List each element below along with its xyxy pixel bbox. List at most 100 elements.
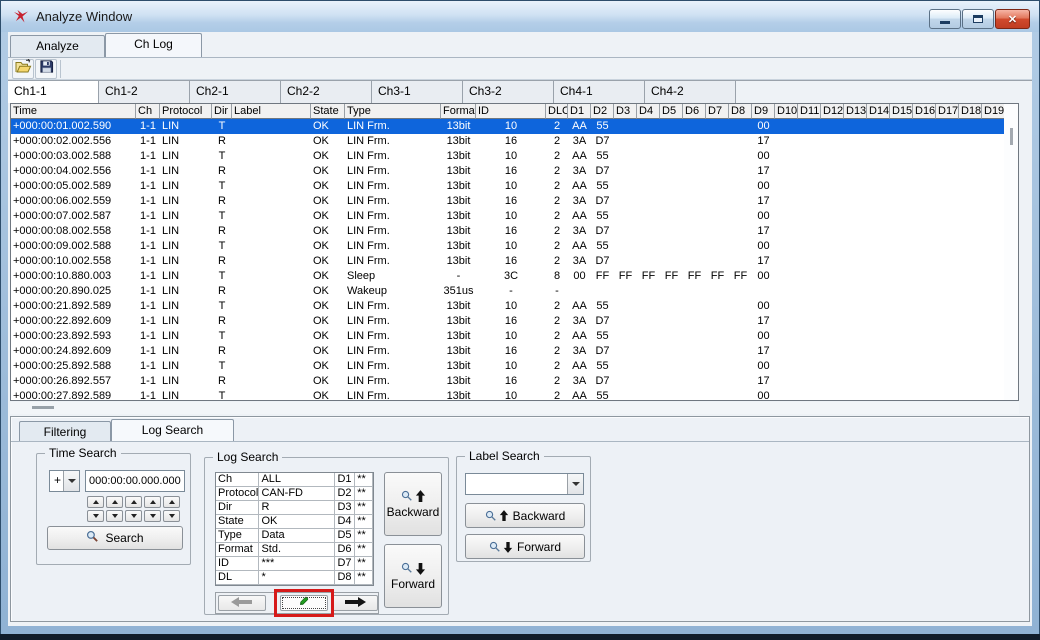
chevron-down-icon[interactable]	[567, 474, 583, 494]
channel-tab-ch4-2[interactable]: Ch4-2	[645, 81, 736, 103]
channel-tab-ch1-2[interactable]: Ch1-2	[99, 81, 190, 103]
column-header-ch[interactable]: Ch	[136, 104, 160, 119]
channel-tab-ch3-2[interactable]: Ch3-2	[463, 81, 554, 103]
column-header-d2[interactable]: D2	[591, 104, 614, 119]
table-row[interactable]: +000:00:09.002.588 1-1 LIN T OK LIN Frm. 13bit…	[11, 239, 1005, 254]
param-value-cell[interactable]: Data	[259, 529, 336, 543]
table-row[interactable]: +000:00:20.890.025 1-1 LIN R OK Wakeup 351us - -	[11, 284, 1005, 299]
minimize-button[interactable]	[929, 9, 961, 29]
param-value-cell[interactable]: **	[355, 571, 373, 585]
column-header-d6[interactable]: D6	[683, 104, 706, 119]
column-header-id[interactable]: ID	[476, 104, 546, 119]
param-value-cell[interactable]: *	[259, 571, 336, 585]
save-button[interactable]	[35, 59, 57, 79]
table-row[interactable]: +000:00:26.892.557 1-1 LIN R OK LIN Frm. 13bit…	[11, 374, 1005, 389]
channel-tab-ch1-1[interactable]: Ch1-1	[8, 81, 99, 103]
horizontal-scrollbar-thumb[interactable]	[32, 406, 54, 409]
spinner-down-button[interactable]	[144, 510, 161, 522]
horizontal-scrollbar[interactable]	[10, 402, 1019, 414]
table-row[interactable]: +000:00:02.002.556 1-1 LIN R OK LIN Frm. 13bit…	[11, 134, 1005, 149]
spinner-up-button[interactable]	[125, 496, 142, 508]
column-header-dir[interactable]: Dir	[212, 104, 232, 119]
step-forward-button[interactable]	[332, 595, 378, 611]
tab-ch-log[interactable]: Ch Log	[105, 33, 202, 57]
table-row[interactable]: +000:00:01.002.590 1-1 LIN T OK LIN Frm. 13bit…	[11, 119, 1005, 134]
column-header-d19[interactable]: D19	[982, 104, 1005, 119]
time-sign-select[interactable]: +	[49, 470, 80, 492]
table-row[interactable]: +000:00:07.002.587 1-1 LIN T OK LIN Frm. 13bit…	[11, 209, 1005, 224]
param-value-cell[interactable]: **	[355, 529, 373, 543]
spinner-down-button[interactable]	[163, 510, 180, 522]
param-value-cell[interactable]: R	[259, 501, 336, 515]
table-row[interactable]: +000:00:05.002.589 1-1 LIN T OK LIN Frm. 13bit…	[11, 179, 1005, 194]
log-search-forward-button[interactable]: Forward	[384, 544, 442, 608]
column-header-label[interactable]: Label	[232, 104, 311, 119]
column-header-d17[interactable]: D17	[936, 104, 959, 119]
param-value-cell[interactable]: CAN-FD	[259, 487, 336, 501]
column-header-d4[interactable]: D4	[637, 104, 660, 119]
table-row[interactable]: +000:00:21.892.589 1-1 LIN T OK LIN Frm. 13bit…	[11, 299, 1005, 314]
log-search-backward-button[interactable]: Backward	[384, 472, 442, 536]
vertical-scrollbar[interactable]	[1004, 104, 1018, 400]
column-header-d10[interactable]: D10	[775, 104, 798, 119]
edit-search-button[interactable]	[280, 595, 328, 611]
label-search-select[interactable]	[465, 473, 584, 495]
column-header-d11[interactable]: D11	[798, 104, 821, 119]
channel-tab-ch2-2[interactable]: Ch2-2	[281, 81, 372, 103]
column-header-d9[interactable]: D9	[752, 104, 775, 119]
column-header-d8[interactable]: D8	[729, 104, 752, 119]
label-search-backward-button[interactable]: Backward	[465, 503, 585, 528]
column-header-protocol[interactable]: Protocol	[160, 104, 212, 119]
param-value-cell[interactable]: **	[355, 501, 373, 515]
table-row[interactable]: +000:00:22.892.609 1-1 LIN R OK LIN Frm. 13bit…	[11, 314, 1005, 329]
spinner-up-button[interactable]	[87, 496, 104, 508]
column-header-d14[interactable]: D14	[867, 104, 890, 119]
param-value-cell[interactable]: OK	[259, 515, 336, 529]
tab-analyze[interactable]: Analyze	[10, 35, 105, 57]
close-button[interactable]: ✕	[995, 9, 1030, 29]
channel-tab-ch4-1[interactable]: Ch4-1	[554, 81, 645, 103]
table-row[interactable]: +000:00:27.892.589 1-1 LIN T OK LIN Frm. 13bit…	[11, 389, 1005, 400]
column-header-d1[interactable]: D1	[568, 104, 591, 119]
column-header-d5[interactable]: D5	[660, 104, 683, 119]
param-value-cell[interactable]: Std.	[259, 543, 336, 557]
column-header-d13[interactable]: D13	[844, 104, 867, 119]
spinner-up-button[interactable]	[144, 496, 161, 508]
table-row[interactable]: +000:00:25.892.588 1-1 LIN T OK LIN Frm. 13bit…	[11, 359, 1005, 374]
column-header-state[interactable]: State	[311, 104, 345, 119]
column-header-d15[interactable]: D15	[890, 104, 913, 119]
table-row[interactable]: +000:00:03.002.588 1-1 LIN T OK LIN Frm. 13bit…	[11, 149, 1005, 164]
open-file-button[interactable]	[12, 58, 34, 79]
param-value-cell[interactable]: **	[355, 557, 373, 571]
chevron-down-icon[interactable]	[63, 471, 79, 491]
column-header-d3[interactable]: D3	[614, 104, 637, 119]
table-row[interactable]: +000:00:08.002.558 1-1 LIN R OK LIN Frm. 13bit…	[11, 224, 1005, 239]
param-value-cell[interactable]: ALL	[259, 473, 336, 487]
param-value-cell[interactable]: **	[355, 473, 373, 487]
spinner-down-button[interactable]	[125, 510, 142, 522]
param-value-cell[interactable]: ***	[259, 557, 336, 571]
spinner-up-button[interactable]	[163, 496, 180, 508]
table-row[interactable]: +000:00:04.002.556 1-1 LIN R OK LIN Frm. 13bit…	[11, 164, 1005, 179]
time-search-input[interactable]	[85, 470, 185, 492]
column-header-d16[interactable]: D16	[913, 104, 936, 119]
param-value-cell[interactable]: **	[355, 515, 373, 529]
channel-tab-ch2-1[interactable]: Ch2-1	[190, 81, 281, 103]
column-header-time[interactable]: Time	[11, 104, 136, 119]
param-value-cell[interactable]: **	[355, 487, 373, 501]
channel-tab-ch3-1[interactable]: Ch3-1	[372, 81, 463, 103]
param-value-cell[interactable]: **	[355, 543, 373, 557]
column-header-d12[interactable]: D12	[821, 104, 844, 119]
label-search-forward-button[interactable]: Forward	[465, 534, 585, 559]
spinner-up-button[interactable]	[106, 496, 123, 508]
table-row[interactable]: +000:00:10.880.003 1-1 LIN T OK Sleep - 3C 8 00 FF…	[11, 269, 1005, 284]
title-bar[interactable]: Analyze Window ✕	[1, 1, 1039, 32]
maximize-button[interactable]	[962, 9, 994, 29]
table-row[interactable]: +000:00:24.892.609 1-1 LIN R OK LIN Frm. 13bit…	[11, 344, 1005, 359]
vertical-scrollbar-thumb[interactable]	[1010, 128, 1013, 145]
tab-filtering[interactable]: Filtering	[19, 421, 111, 441]
time-search-button[interactable]: Search	[47, 526, 183, 550]
column-header-format[interactable]: Format	[441, 104, 476, 119]
table-row[interactable]: +000:00:23.892.593 1-1 LIN T OK LIN Frm. 13bit…	[11, 329, 1005, 344]
column-header-d7[interactable]: D7	[706, 104, 729, 119]
